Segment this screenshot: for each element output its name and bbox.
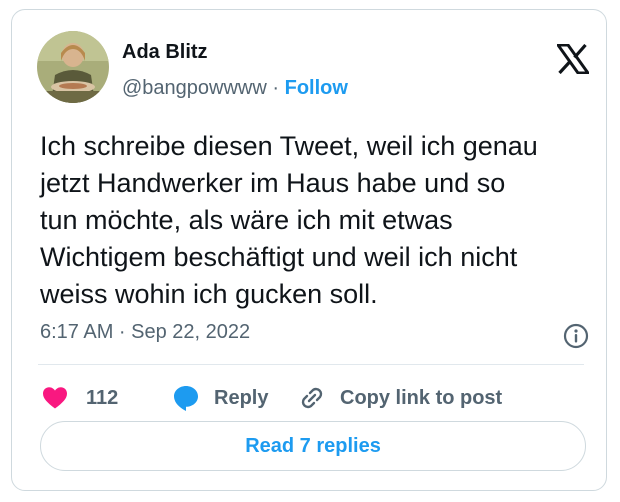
read-replies-button[interactable]: Read 7 replies — [40, 421, 586, 471]
tweet-text-line: weiss wohin ich gucken soll. — [40, 279, 378, 309]
like-button[interactable]: 112 — [42, 384, 118, 412]
divider — [38, 364, 584, 365]
reply-button[interactable]: Reply — [172, 384, 268, 412]
tweet-text-line: Wichtigem beschäftigt und weil ich nicht — [40, 242, 518, 272]
author-handle[interactable]: @bangpowwww — [122, 77, 267, 99]
speech-bubble-icon — [174, 386, 198, 411]
author-name[interactable]: Ada Blitz — [122, 40, 208, 64]
tweet-text: Ich schreibe diesen Tweet, weil ich gena… — [40, 128, 600, 313]
tweet-card: Ada Blitz @bangpowwww · Follow Ich schre… — [11, 9, 607, 491]
tweet-text-line: Ich schreibe diesen Tweet, weil ich gena… — [40, 131, 538, 161]
avatar[interactable] — [37, 31, 109, 103]
copy-link-label: Copy link to post — [340, 386, 503, 409]
tweet-text-line: tun möchte, als wäre ich mit etwas — [40, 205, 453, 235]
separator: · — [272, 77, 280, 99]
link-icon — [301, 387, 323, 409]
info-icon[interactable] — [563, 323, 589, 349]
tweet-timestamp[interactable]: 6:17 AM · Sep 22, 2022 — [40, 320, 250, 344]
x-logo-icon[interactable] — [557, 44, 589, 74]
tweet-text-line: jetzt Handwerker im Haus habe und so — [40, 168, 506, 198]
copy-link-button[interactable]: Copy link to post — [298, 384, 502, 412]
follow-button[interactable]: Follow — [285, 77, 348, 99]
heart-icon — [43, 387, 67, 409]
reply-label: Reply — [214, 386, 269, 409]
like-count: 112 — [86, 386, 119, 409]
handle-row: @bangpowwww · Follow — [122, 76, 348, 100]
